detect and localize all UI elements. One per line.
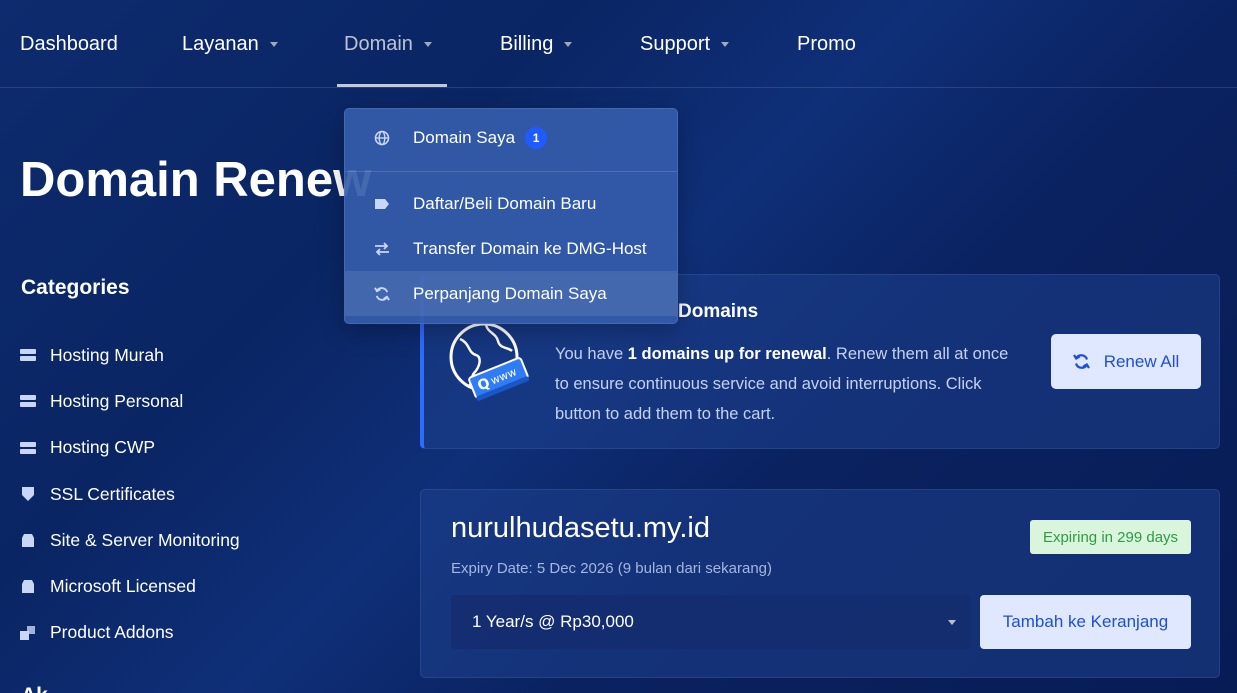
chevron-down-icon <box>423 41 432 47</box>
chevron-down-icon <box>564 41 573 47</box>
chevron-down-icon <box>721 41 730 47</box>
next-section-heading: Ak <box>21 684 48 693</box>
renewal-description: You have 1 domains up for renewal. Renew… <box>555 339 1025 429</box>
categories-list: Hosting Murah Hosting Personal Hosting C… <box>20 332 240 656</box>
transfer-arrows-icon <box>373 240 391 258</box>
nav-billing-label: Billing <box>500 32 554 55</box>
box-icon <box>20 532 36 548</box>
menu-item-domain-saya[interactable]: Domain Saya 1 <box>345 115 677 160</box>
renewal-period-select[interactable]: 1 Year/s @ Rp30,000 <box>451 595 970 649</box>
renewal-card-title: Domains <box>678 301 759 322</box>
category-label: Site & Server Monitoring <box>50 529 240 550</box>
domain-name: nurulhudasetu.my.id <box>451 512 711 544</box>
menu-item-label: Domain Saya <box>413 127 516 147</box>
category-product-addons[interactable]: Product Addons <box>20 610 240 656</box>
renewal-text-prefix: You have <box>555 345 628 363</box>
expiry-date: Expiry Date: 5 Dec 2026 (9 bulan dari se… <box>451 560 773 577</box>
category-label: Hosting CWP <box>50 437 156 458</box>
menu-item-perpanjang-domain[interactable]: Perpanjang Domain Saya <box>345 271 677 316</box>
nav-layanan-label: Layanan <box>182 32 259 55</box>
nav-promo[interactable]: Promo <box>797 0 856 88</box>
nav-dashboard-label: Dashboard <box>20 32 118 55</box>
renew-all-label: Renew All <box>1103 351 1180 371</box>
category-site-server-monitoring[interactable]: Site & Server Monitoring <box>20 517 240 563</box>
category-label: Hosting Personal <box>50 390 184 411</box>
nav-dashboard[interactable]: Dashboard <box>20 0 118 88</box>
add-to-cart-label: Tambah ke Keranjang <box>1002 612 1169 631</box>
domain-count-badge: 1 <box>525 126 548 149</box>
nav-domain[interactable]: Domain <box>344 0 432 88</box>
add-to-cart-button[interactable]: Tambah ke Keranjang <box>980 595 1191 649</box>
category-hosting-personal[interactable]: Hosting Personal <box>20 378 240 424</box>
page-title: Domain Renew <box>20 153 372 207</box>
expiry-status-badge: Expiring in 299 days <box>1030 520 1191 554</box>
menu-item-daftar-beli-domain[interactable]: Daftar/Beli Domain Baru <box>345 181 677 226</box>
menu-item-label: Transfer Domain ke DMG-Host <box>413 238 647 258</box>
menu-item-label: Perpanjang Domain Saya <box>413 283 607 303</box>
category-label: SSL Certificates <box>50 483 175 504</box>
globe-icon <box>373 129 391 147</box>
domain-dropdown-menu: Domain Saya 1 Daftar/Beli Domain Baru Tr… <box>344 108 678 324</box>
menu-divider <box>345 171 677 172</box>
nav-promo-label: Promo <box>797 32 856 55</box>
renewal-text-count: 1 domains up for renewal <box>627 345 827 363</box>
server-icon <box>20 393 36 409</box>
domain-renewal-item: nurulhudasetu.my.id Expiry Date: 5 Dec 2… <box>420 489 1220 678</box>
category-hosting-murah[interactable]: Hosting Murah <box>20 332 240 378</box>
menu-item-label: Daftar/Beli Domain Baru <box>413 193 597 213</box>
nav-support-label: Support <box>640 32 711 55</box>
cubes-icon <box>20 625 36 641</box>
tag-icon <box>373 195 391 213</box>
top-navbar: Dashboard Layanan Domain Billing Support… <box>0 0 1237 88</box>
nav-active-indicator <box>337 84 447 87</box>
menu-item-transfer-domain[interactable]: Transfer Domain ke DMG-Host <box>345 226 677 271</box>
renew-all-button[interactable]: Renew All <box>1051 334 1201 389</box>
shield-icon <box>20 486 36 502</box>
category-label: Hosting Murah <box>50 344 164 365</box>
nav-support[interactable]: Support <box>640 0 730 88</box>
renewal-period-value: 1 Year/s @ Rp30,000 <box>472 612 634 631</box>
nav-domain-label: Domain <box>344 32 413 55</box>
category-label: Microsoft Licensed <box>50 576 196 597</box>
sync-icon <box>1072 354 1090 369</box>
server-icon <box>20 440 36 456</box>
category-ssl-certificates[interactable]: SSL Certificates <box>20 471 240 517</box>
chevron-down-icon <box>269 41 278 47</box>
nav-billing[interactable]: Billing <box>500 0 573 88</box>
chevron-down-icon <box>948 620 956 625</box>
box-icon <box>20 579 36 595</box>
sync-icon <box>373 285 391 303</box>
nav-layanan[interactable]: Layanan <box>182 0 278 88</box>
category-label: Product Addons <box>50 622 174 643</box>
category-hosting-cwp[interactable]: Hosting CWP <box>20 425 240 471</box>
globe-www-icon: Q www <box>446 321 530 405</box>
server-icon <box>20 347 36 363</box>
categories-heading: Categories <box>21 276 130 299</box>
category-microsoft-licensed[interactable]: Microsoft Licensed <box>20 563 240 609</box>
